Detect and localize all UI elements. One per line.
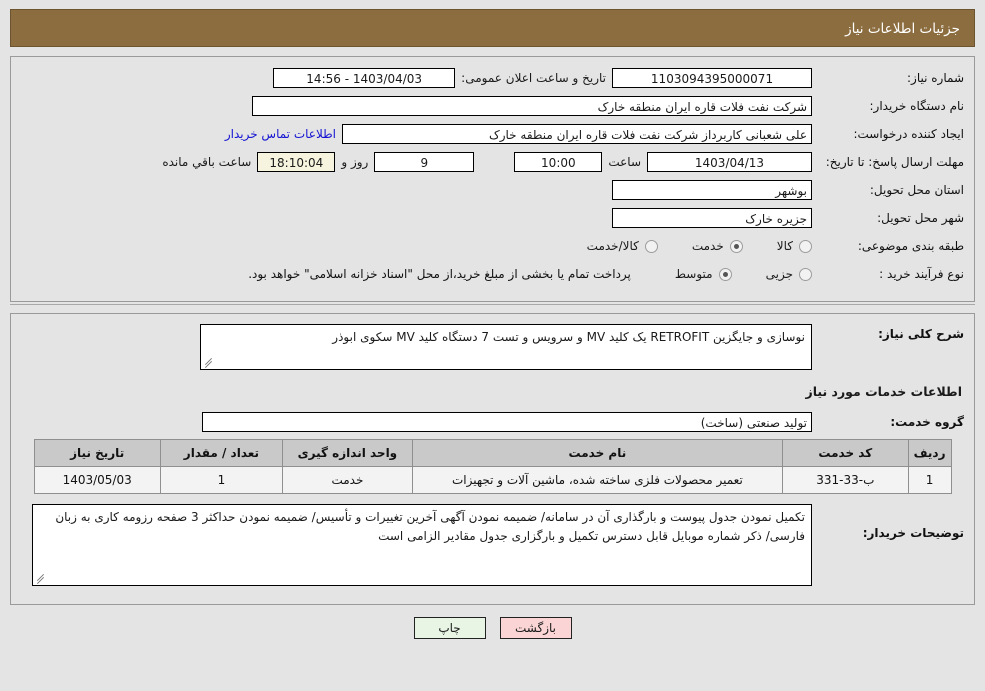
remarks-label: توضیحات خریدار: <box>862 526 964 540</box>
th-service-code: کد خدمت <box>781 439 909 467</box>
radio-icon-selected[interactable] <box>718 267 732 281</box>
services-panel: شرح کلی نیاز: نوسازی و جایگزین RETROFIT … <box>10 313 975 605</box>
public-announce-value: 1403/04/03 - 14:56 <box>273 68 456 88</box>
deadline-date-value: 1403/04/13 <box>647 152 812 172</box>
footer-actions: بازگشت چاپ <box>10 617 975 639</box>
radio-icon[interactable] <box>799 239 812 253</box>
row-description: شرح کلی نیاز: نوسازی و جایگزین RETROFIT … <box>21 324 964 370</box>
row-category: طبقه بندی موضوعی: کالا خدمت کالا/خدمت <box>21 235 964 257</box>
creator-value: علی شعبانی کاربرداز شرکت نفت فلات قاره ا… <box>342 124 812 144</box>
description-value[interactable]: نوسازی و جایگزین RETROFIT یک کلید MV و س… <box>200 324 812 370</box>
creator-label: ایجاد کننده درخواست: <box>853 127 964 141</box>
need-number-label: شماره نیاز: <box>907 71 964 85</box>
services-table: ردیف کد خدمت نام خدمت واحد اندازه گیری ت… <box>33 439 952 494</box>
table-header-row: ردیف کد خدمت نام خدمت واحد اندازه گیری ت… <box>33 439 952 467</box>
description-text: نوسازی و جایگزین RETROFIT یک کلید MV و س… <box>332 330 805 344</box>
resize-grip-icon[interactable] <box>204 357 214 369</box>
cell-quantity: 1 <box>159 466 284 494</box>
th-radif: ردیف <box>907 439 952 467</box>
row-province: استان محل تحویل: بوشهر <box>21 179 964 201</box>
category-option-kala[interactable]: کالا <box>777 239 812 253</box>
page-title: جزئیات اطلاعات نیاز <box>10 9 975 47</box>
cell-service-name: تعمیر محصولات فلزی ساخته شده، ماشین آلات… <box>411 466 783 494</box>
process-option-label: متوسط <box>674 267 713 281</box>
row-deadline: مهلت ارسال پاسخ: تا تاریخ: 1403/04/13 سا… <box>21 151 964 173</box>
category-option-label: خدمت <box>691 239 724 253</box>
row-process: نوع فرآیند خرید : جزیی متوسط پرداخت تمام… <box>21 263 964 285</box>
radio-icon-selected[interactable] <box>729 239 743 253</box>
category-option-kala-khedmat[interactable]: کالا/خدمت <box>587 239 658 253</box>
service-group-label: گروه خدمت: <box>890 415 964 429</box>
th-service-name: نام خدمت <box>411 439 783 467</box>
service-group-value: تولید صنعتی (ساخت) <box>202 412 812 432</box>
process-option-jozei[interactable]: جزیی <box>766 267 812 281</box>
row-service-group: گروه خدمت: تولید صنعتی (ساخت) <box>21 411 964 433</box>
th-unit: واحد اندازه گیری <box>282 439 413 467</box>
buyer-org-value: شرکت نفت فلات قاره ایران منطقه خارک <box>252 96 812 116</box>
category-option-label: کالا/خدمت <box>586 239 639 253</box>
th-need-date: تاریخ نیاز <box>33 439 161 467</box>
category-option-label: کالا <box>776 239 793 253</box>
buyer-org-label: نام دستگاه خریدار: <box>869 99 965 113</box>
radio-icon[interactable] <box>644 239 658 253</box>
remaining-days-value: 9 <box>374 152 475 172</box>
need-info-panel: شماره نیاز: 1103094395000071 تاریخ و ساع… <box>10 56 975 302</box>
remarks-text: تکمیل نمودن جدول پیوست و بارگذاری آن در … <box>55 510 805 543</box>
public-announce-label: تاریخ و ساعت اعلان عمومی: <box>461 71 606 85</box>
buyer-contact-link[interactable]: اطلاعات تماس خریدار <box>219 127 342 141</box>
category-radio-group: کالا خدمت کالا/خدمت <box>553 239 812 253</box>
row-city: شهر محل تحویل: جزیره خارک <box>21 207 964 229</box>
print-button[interactable]: چاپ <box>413 617 486 639</box>
city-value: جزیره خارک <box>612 208 812 228</box>
deadline-label: مهلت ارسال پاسخ: تا تاریخ: <box>825 155 964 169</box>
description-label: شرح کلی نیاز: <box>878 327 964 341</box>
cell-service-code: ب-33-331 <box>781 466 909 494</box>
process-note: پرداخت تمام یا بخشی از مبلغ خرید،از محل … <box>248 267 631 281</box>
deadline-time-value: 10:00 <box>514 152 603 172</box>
province-label: استان محل تحویل: <box>869 183 964 197</box>
cell-unit: خدمت <box>282 466 413 494</box>
back-button[interactable]: بازگشت <box>499 617 572 639</box>
countdown-timer: 18:10:04 <box>257 152 336 172</box>
process-radio-group: جزیی متوسط <box>641 267 812 281</box>
process-option-motevaset[interactable]: متوسط <box>675 267 732 281</box>
row-creator: ایجاد کننده درخواست: علی شعبانی کاربرداز… <box>21 123 964 145</box>
radio-icon[interactable] <box>799 267 812 281</box>
category-option-khedmat[interactable]: خدمت <box>692 239 743 253</box>
resize-grip-icon[interactable] <box>36 573 46 585</box>
divider <box>10 304 975 305</box>
process-option-label: جزیی <box>765 267 793 281</box>
countdown-label: ساعت باقي مانده <box>162 155 252 169</box>
row-remarks: توضیحات خریدار: تکمیل نمودن جدول پیوست و… <box>21 504 964 586</box>
remaining-days-label: روز و <box>341 155 369 169</box>
cell-radif: 1 <box>907 466 952 494</box>
th-quantity: تعداد / مقدار <box>159 439 284 467</box>
remarks-value[interactable]: تکمیل نمودن جدول پیوست و بارگذاری آن در … <box>32 504 812 586</box>
province-value: بوشهر <box>612 180 812 200</box>
category-label: طبقه بندی موضوعی: <box>857 239 964 253</box>
need-number-value: 1103094395000071 <box>612 68 812 88</box>
row-buyer-org: نام دستگاه خریدار: شرکت نفت فلات قاره ای… <box>21 95 964 117</box>
services-section-title: اطلاعات خدمات مورد نیاز <box>805 384 963 399</box>
cell-need-date: 1403/05/03 <box>33 466 161 494</box>
hour-label: ساعت <box>608 155 641 169</box>
process-label: نوع فرآیند خرید : <box>879 267 964 281</box>
row-need-number: شماره نیاز: 1103094395000071 تاریخ و ساع… <box>21 67 964 89</box>
table-row: 1 ب-33-331 تعمیر محصولات فلزی ساخته شده،… <box>33 466 952 494</box>
city-label: شهر محل تحویل: <box>877 211 964 225</box>
